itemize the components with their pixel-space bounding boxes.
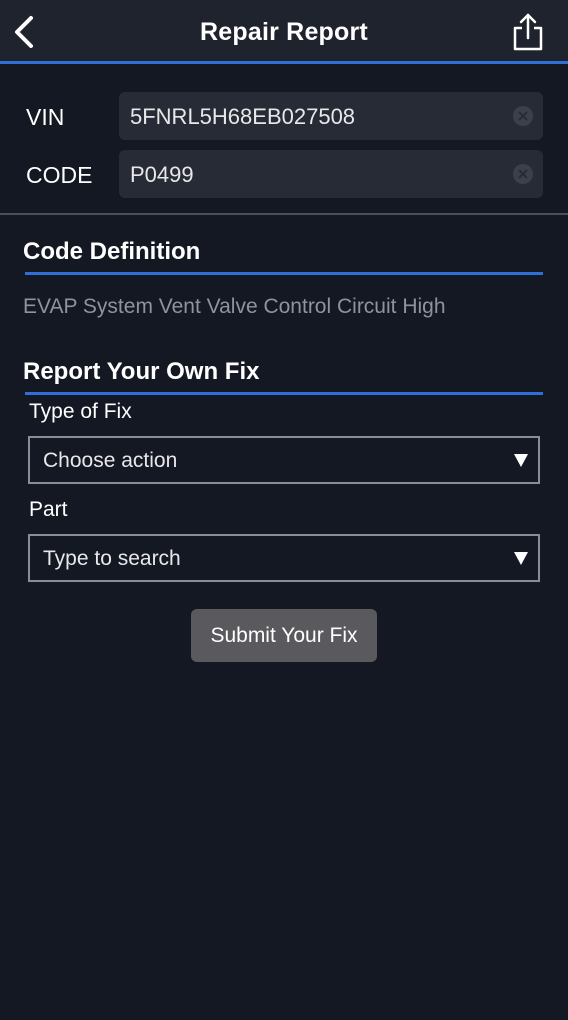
code-definition-rule <box>25 272 543 275</box>
code-label: CODE <box>26 162 93 188</box>
type-of-fix-label: Type of Fix <box>29 400 132 423</box>
part-value: Type to search <box>43 547 181 570</box>
report-fix-rule <box>25 392 543 395</box>
vin-field[interactable]: 5FNRL5H68EB027508 <box>119 92 543 140</box>
part-label: Part <box>29 498 68 521</box>
submit-fix-button[interactable]: Submit Your Fix <box>191 609 377 662</box>
code-definition-text: EVAP System Vent Valve Control Circuit H… <box>23 295 446 318</box>
code-definition-heading: Code Definition <box>23 238 201 265</box>
part-select[interactable]: Type to search <box>28 534 540 582</box>
code-field[interactable]: P0499 <box>119 150 543 198</box>
code-row: CODE P0499 <box>0 150 568 198</box>
type-of-fix-select[interactable]: Choose action <box>28 436 540 484</box>
dropdown-arrow-icon <box>514 454 528 467</box>
share-button[interactable] <box>508 10 548 54</box>
type-of-fix-value: Choose action <box>43 449 178 472</box>
page-title: Repair Report <box>200 18 368 46</box>
divider <box>0 213 568 215</box>
vin-label: VIN <box>26 104 65 130</box>
vin-value: 5FNRL5H68EB027508 <box>130 104 356 129</box>
vin-row: VIN 5FNRL5H68EB027508 <box>0 92 568 140</box>
share-icon <box>513 13 543 51</box>
clear-code-icon[interactable] <box>513 164 533 184</box>
close-icon <box>518 111 528 121</box>
code-value: P0499 <box>130 162 194 187</box>
dropdown-arrow-icon <box>514 552 528 565</box>
close-icon <box>518 169 528 179</box>
clear-vin-icon[interactable] <box>513 106 533 126</box>
report-fix-heading: Report Your Own Fix <box>23 358 260 385</box>
top-bar: Repair Report <box>0 0 568 64</box>
